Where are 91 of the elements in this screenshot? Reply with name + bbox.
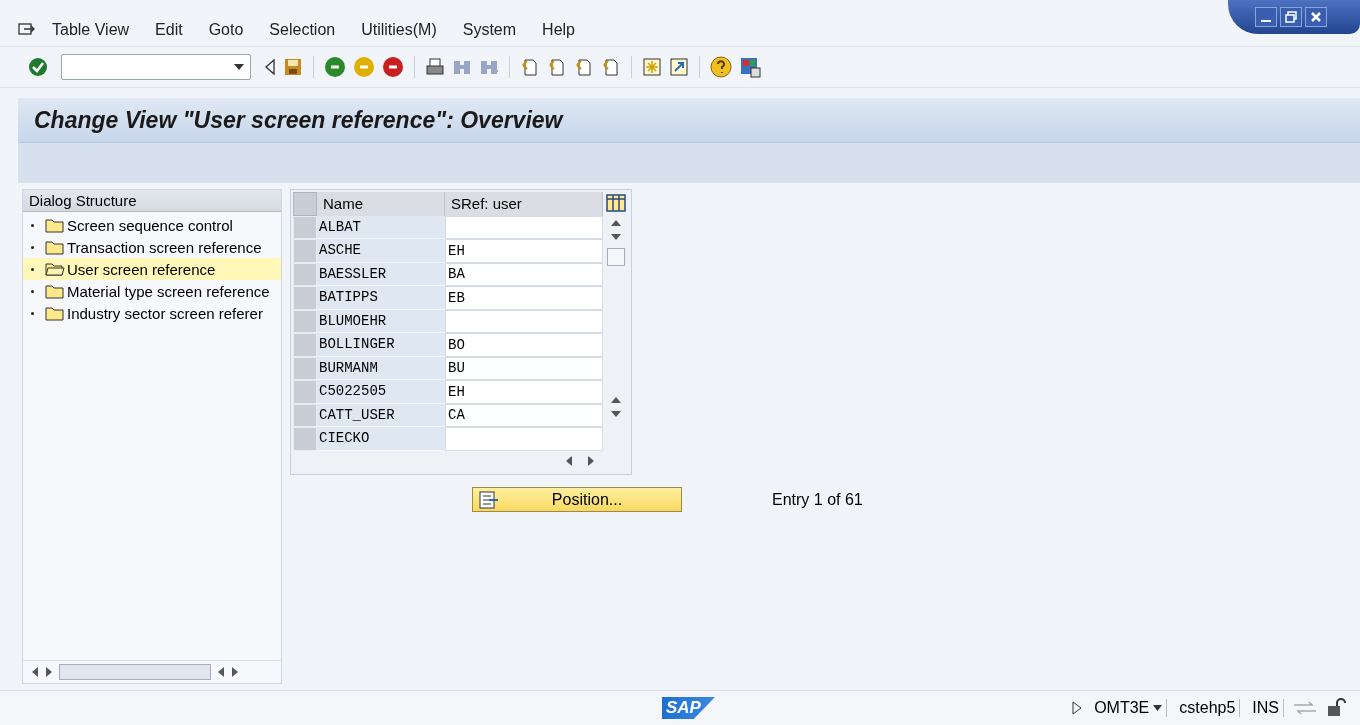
table-cell: BOLLINGER: [317, 333, 445, 357]
folder-icon: [45, 283, 65, 299]
check-icon[interactable]: [28, 57, 48, 77]
scroll-right-icon[interactable]: [45, 667, 53, 677]
input-mode: INS: [1248, 699, 1284, 717]
column-settings-icon[interactable]: [606, 194, 626, 212]
tree-item[interactable]: Transaction screen reference: [23, 236, 281, 258]
scroll-up-icon[interactable]: [611, 397, 621, 403]
save-icon[interactable]: [283, 57, 303, 77]
list-icon: [479, 490, 499, 509]
table-cell: C5022505: [317, 380, 445, 404]
table-cell: BURMANM: [317, 356, 445, 380]
page-icon[interactable]: [601, 57, 621, 77]
table-cell: BATIPPS: [317, 286, 445, 310]
system-dropdown[interactable]: OMT3E: [1090, 699, 1168, 717]
command-field[interactable]: [61, 54, 251, 80]
table-cell: BAESSLER: [317, 262, 445, 286]
folder-icon: [45, 217, 65, 233]
bullet-icon: [31, 267, 34, 271]
minimize-icon: [1261, 20, 1271, 22]
close-icon: [1309, 10, 1323, 24]
scroll-left-icon[interactable]: [217, 667, 225, 677]
panel-heading: Dialog Structure: [23, 190, 281, 212]
scroll-left-icon[interactable]: [31, 667, 39, 677]
table-cell: ALBAT: [317, 215, 445, 239]
scroll-down-icon[interactable]: [611, 234, 621, 240]
restore-icon: [1284, 10, 1298, 24]
tree-item[interactable]: Industry sector screen referer: [23, 302, 281, 324]
folder-icon: [45, 305, 65, 321]
scroll-down-icon[interactable]: [611, 411, 621, 417]
menu-item[interactable]: Goto: [208, 21, 244, 39]
menu-item[interactable]: System: [462, 21, 517, 39]
input-field[interactable]: [445, 215, 603, 239]
menu-item[interactable]: Table View: [52, 21, 130, 39]
close-button[interactable]: [1305, 7, 1327, 27]
scroll-right-icon[interactable]: [587, 456, 595, 467]
scroll-right-icon[interactable]: [231, 667, 239, 677]
input-field[interactable]: EB: [445, 286, 603, 310]
input-field[interactable]: EH: [445, 239, 603, 263]
layout-icon[interactable]: [739, 56, 761, 78]
table-cell: CATT_USER: [317, 403, 445, 427]
tree-item[interactable]: User screen reference: [23, 258, 281, 280]
server-name: cstehp5: [1175, 699, 1241, 717]
table-cell: CIECKO: [317, 427, 445, 451]
dropdown-icon: [1153, 705, 1163, 711]
help-icon[interactable]: [710, 56, 732, 78]
input-field[interactable]: BA: [445, 262, 603, 286]
menu-item[interactable]: Selection: [269, 21, 336, 39]
dropdown-icon: [234, 64, 244, 70]
input-field[interactable]: [445, 309, 603, 333]
input-field[interactable]: BU: [445, 356, 603, 380]
column-header[interactable]: Name: [317, 192, 445, 216]
expand-icon[interactable]: [1072, 701, 1083, 715]
page-icon[interactable]: [520, 57, 540, 77]
print-icon[interactable]: [425, 57, 445, 77]
scrollbar-thumb[interactable]: [59, 664, 211, 680]
open-folder-icon: [45, 261, 65, 277]
scroll-left-icon[interactable]: [565, 456, 573, 467]
bullet-icon: [31, 223, 34, 227]
menu-item[interactable]: Help: [542, 21, 575, 39]
input-field[interactable]: BO: [445, 333, 603, 357]
bullet-icon: [31, 245, 34, 249]
entry-count: Entry 1 of 61: [772, 490, 863, 509]
connection-icon: [1292, 700, 1318, 716]
column-header[interactable]: SRef: user: [445, 192, 603, 216]
tree-item[interactable]: Screen sequence control: [23, 214, 281, 236]
table-cell: ASCHE: [317, 239, 445, 263]
page-icon[interactable]: [547, 57, 567, 77]
collapse-icon[interactable]: [264, 58, 276, 76]
menu-item[interactable]: Utilities(M): [361, 21, 437, 39]
input-field[interactable]: [445, 427, 603, 451]
minimize-button[interactable]: [1255, 7, 1277, 27]
new-window-icon[interactable]: [642, 57, 662, 77]
lock-icon[interactable]: [1326, 698, 1348, 718]
input-field[interactable]: EH: [445, 380, 603, 404]
input-field[interactable]: CA: [445, 403, 603, 427]
folder-icon: [45, 239, 65, 255]
page-icon[interactable]: [574, 57, 594, 77]
scroll-up-icon[interactable]: [611, 220, 621, 226]
scrollbar-thumb[interactable]: [607, 248, 625, 266]
restore-button[interactable]: [1280, 7, 1302, 27]
table-cell: BLUMOEHR: [317, 309, 445, 333]
position-button[interactable]: Position...: [472, 487, 682, 512]
bullet-icon: [31, 311, 34, 315]
tree-item[interactable]: Material type screen reference: [23, 280, 281, 302]
menu-item[interactable]: Edit: [155, 21, 183, 39]
bullet-icon: [31, 289, 34, 293]
sap-logo: SAP: [662, 697, 715, 719]
screen-title: Change View "User screen reference": Overview: [34, 106, 563, 134]
shortcut-icon[interactable]: [669, 57, 689, 77]
menu-icon[interactable]: [18, 22, 36, 38]
